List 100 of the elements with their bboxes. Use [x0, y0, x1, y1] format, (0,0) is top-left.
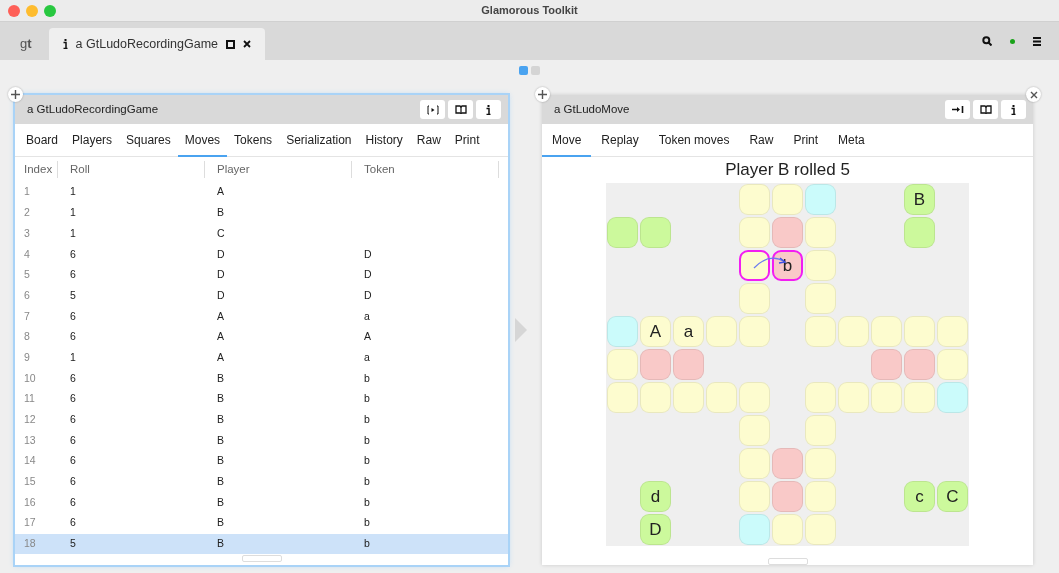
table-cell: D	[217, 268, 225, 281]
token-label: a	[683, 320, 694, 343]
table-cell: 5	[24, 268, 30, 281]
info-icon	[1011, 104, 1016, 115]
info-button[interactable]	[476, 100, 501, 119]
table-cell: 6	[70, 495, 76, 508]
plus-icon	[538, 90, 547, 99]
close-icon	[1029, 90, 1038, 99]
play-icon	[426, 104, 439, 115]
home-tab[interactable]: gt	[6, 28, 46, 60]
table-cell: b	[364, 475, 370, 488]
table-cell: B	[217, 392, 224, 405]
table-cell: b	[364, 516, 370, 529]
table-cell: D	[217, 288, 225, 301]
maximize-icon[interactable]	[226, 39, 236, 49]
view-tab[interactable]: History	[358, 124, 410, 157]
selected-row[interactable]: 18 5 B b	[15, 533, 508, 555]
view-tab[interactable]: Move	[542, 124, 592, 157]
status-dot-icon	[1010, 38, 1015, 44]
view-tab[interactable]: Moves	[177, 124, 228, 157]
table-cell: a	[364, 350, 370, 363]
table-cell: B	[217, 516, 224, 529]
column-header[interactable]: Roll	[58, 161, 205, 178]
view-tab[interactable]: Serialization	[279, 124, 359, 157]
table-cell: 13	[24, 433, 36, 446]
token-label: d	[650, 485, 661, 508]
table-cell: 6	[70, 392, 76, 405]
token-label: A	[649, 320, 662, 343]
column-header[interactable]: Token	[352, 161, 499, 178]
book-icon	[979, 105, 992, 114]
info-button[interactable]	[1001, 100, 1026, 119]
table-cell: D	[364, 247, 372, 260]
resize-handle[interactable]	[767, 558, 808, 565]
book-button[interactable]	[973, 100, 998, 119]
token-label: B	[913, 188, 926, 211]
pane-title: a GtLudoRecordingGame	[27, 101, 159, 117]
table-cell: B	[217, 413, 224, 426]
table-cell: 7	[24, 309, 30, 322]
view-tab[interactable]: Raw	[739, 124, 784, 157]
table-cell: 12	[24, 413, 36, 426]
column-header[interactable]: Player	[205, 161, 352, 178]
tab-label: a GtLudoRecordingGame	[75, 35, 219, 53]
view-tab[interactable]: Raw	[409, 124, 448, 157]
table-cell: 6	[70, 309, 76, 322]
close-button[interactable]	[1026, 87, 1041, 102]
view-tab[interactable]: Print	[447, 124, 487, 157]
table-cell: 5	[70, 537, 76, 550]
view-tab[interactable]: Print	[783, 124, 829, 157]
table-cell: 11	[24, 392, 35, 405]
table-cell: D	[364, 268, 372, 281]
table-cell: 1	[70, 350, 76, 363]
table-cell: b	[364, 495, 370, 508]
menu-icon[interactable]	[1033, 36, 1041, 46]
book-button[interactable]	[448, 100, 473, 119]
view-tab[interactable]: Board	[19, 124, 66, 157]
table-cell: 8	[24, 330, 30, 343]
table-cell: D	[217, 247, 225, 260]
view-tab[interactable]: Players	[65, 124, 120, 157]
table-cell: 1	[70, 206, 76, 219]
view-tab[interactable]: Squares	[119, 124, 178, 157]
add-button[interactable]	[8, 87, 23, 102]
table-cell: B	[217, 206, 224, 219]
app-tab[interactable]: a GtLudoRecordingGame	[48, 28, 266, 60]
resize-handle[interactable]	[241, 555, 282, 562]
token-label: b	[782, 254, 793, 277]
table-cell: A	[217, 350, 224, 363]
view-tab[interactable]: Tokens	[227, 124, 280, 157]
table-cell: 4	[24, 247, 30, 260]
close-window-button[interactable]	[8, 5, 20, 17]
play-button[interactable]	[420, 100, 445, 119]
table-cell: 6	[70, 516, 76, 529]
table-cell: B	[217, 454, 224, 467]
close-icon[interactable]	[243, 40, 252, 48]
table-cell: 1	[70, 185, 76, 198]
view-tab[interactable]: Meta	[828, 124, 875, 157]
table-cell: B	[217, 371, 224, 384]
table-cell: b	[364, 392, 370, 405]
table-cell: 6	[70, 268, 76, 281]
view-tab[interactable]: Token moves	[648, 124, 740, 157]
table-cell: B	[217, 433, 224, 446]
table-cell: 6	[24, 288, 30, 301]
table-cell: 1	[70, 226, 76, 239]
book-icon	[454, 105, 467, 114]
column-header[interactable]: Index	[15, 161, 58, 178]
table-cell: A	[217, 309, 224, 322]
jump-button[interactable]	[945, 100, 970, 119]
token-label: D	[649, 518, 662, 541]
table-cell: 14	[24, 454, 36, 467]
table-cell: A	[217, 330, 224, 343]
table-cell: 10	[24, 371, 36, 384]
table-cell: b	[364, 454, 370, 467]
info-icon	[62, 39, 68, 49]
table-cell: 1	[24, 185, 30, 198]
search-icon[interactable]	[982, 36, 992, 46]
window-title: Glamorous Toolkit	[481, 3, 578, 19]
table-cell: 6	[70, 247, 76, 260]
table-cell: A	[364, 330, 371, 343]
board-heading: Player B rolled 5	[724, 159, 851, 181]
add-button[interactable]	[535, 87, 550, 102]
view-tab[interactable]: Replay	[591, 124, 649, 157]
